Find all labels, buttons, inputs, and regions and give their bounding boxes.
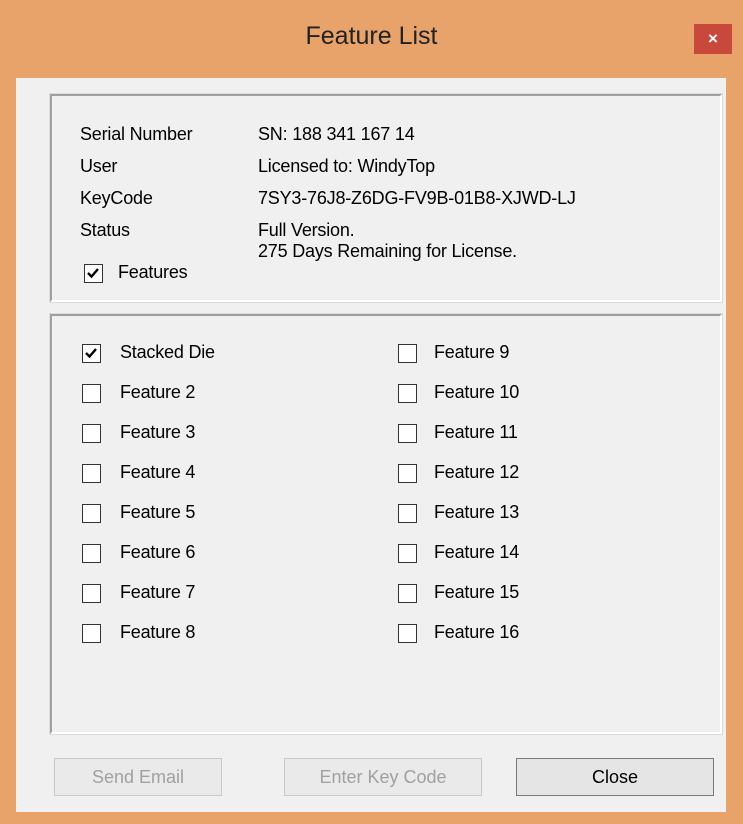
feature-checkbox[interactable] <box>398 544 417 563</box>
feature-label: Feature 14 <box>434 542 520 562</box>
feature-label: Feature 2 <box>120 382 196 402</box>
feature-checkbox[interactable] <box>398 424 417 443</box>
dialog-client-area: Serial Number SN: 188 341 167 14 User Li… <box>16 78 726 812</box>
feature-checkbox[interactable] <box>398 584 417 603</box>
serial-number-label: Serial Number <box>80 124 193 144</box>
feature-checkbox[interactable] <box>398 464 417 483</box>
feature-label: Feature 9 <box>434 342 510 362</box>
close-button[interactable]: Close <box>516 758 714 796</box>
status-label: Status <box>80 220 130 240</box>
license-info-group: Serial Number SN: 188 341 167 14 User Li… <box>49 93 723 303</box>
feature-checkbox[interactable] <box>398 344 417 363</box>
feature-label: Feature 3 <box>120 422 196 442</box>
status-days-remaining: 275 Days Remaining for License. <box>258 241 517 261</box>
feature-checkbox[interactable] <box>82 624 101 643</box>
enter-key-code-button[interactable]: Enter Key Code <box>284 758 482 796</box>
feature-label: Feature 16 <box>434 622 520 642</box>
feature-list-window: Feature List × Serial Number SN: 188 341… <box>0 0 743 824</box>
features-toggle-label: Features <box>118 262 188 282</box>
status-value: Full Version. <box>258 220 355 240</box>
feature-label: Feature 10 <box>434 382 520 402</box>
close-icon: × <box>708 29 718 48</box>
close-window-button[interactable]: × <box>694 24 732 54</box>
checkmark-icon <box>85 348 97 359</box>
user-value: Licensed to: WindyTop <box>258 156 435 176</box>
checkmark-icon <box>87 268 99 279</box>
user-label: User <box>80 156 118 176</box>
feature-label: Stacked Die <box>120 342 215 362</box>
feature-label: Feature 6 <box>120 542 196 562</box>
feature-checkbox[interactable] <box>398 624 417 643</box>
feature-checkbox[interactable] <box>82 424 101 443</box>
feature-checkbox[interactable] <box>82 344 101 363</box>
feature-label: Feature 8 <box>120 622 196 642</box>
feature-checkbox[interactable] <box>82 584 101 603</box>
serial-number-value: SN: 188 341 167 14 <box>258 124 415 144</box>
feature-checkbox[interactable] <box>82 544 101 563</box>
feature-label: Feature 12 <box>434 462 520 482</box>
feature-label: Feature 15 <box>434 582 520 602</box>
keycode-value: 7SY3-76J8-Z6DG-FV9B-01B8-XJWD-LJ <box>258 188 576 208</box>
feature-checkbox[interactable] <box>82 464 101 483</box>
feature-label: Feature 7 <box>120 582 196 602</box>
feature-label: Feature 11 <box>434 422 518 442</box>
feature-label: Feature 4 <box>120 462 196 482</box>
keycode-label: KeyCode <box>80 188 153 208</box>
features-checkbox[interactable] <box>84 264 103 283</box>
feature-checkbox[interactable] <box>398 384 417 403</box>
window-title: Feature List <box>305 22 438 50</box>
title-bar[interactable]: Feature List × <box>0 0 743 78</box>
send-email-button[interactable]: Send Email <box>54 758 222 796</box>
feature-checkbox[interactable] <box>82 384 101 403</box>
feature-label: Feature 13 <box>434 502 520 522</box>
feature-checkbox[interactable] <box>398 504 417 523</box>
feature-label: Feature 5 <box>120 502 196 522</box>
feature-checkbox[interactable] <box>82 504 101 523</box>
features-group: Stacked Die Feature 2 Feature 3 Feature … <box>49 313 723 735</box>
